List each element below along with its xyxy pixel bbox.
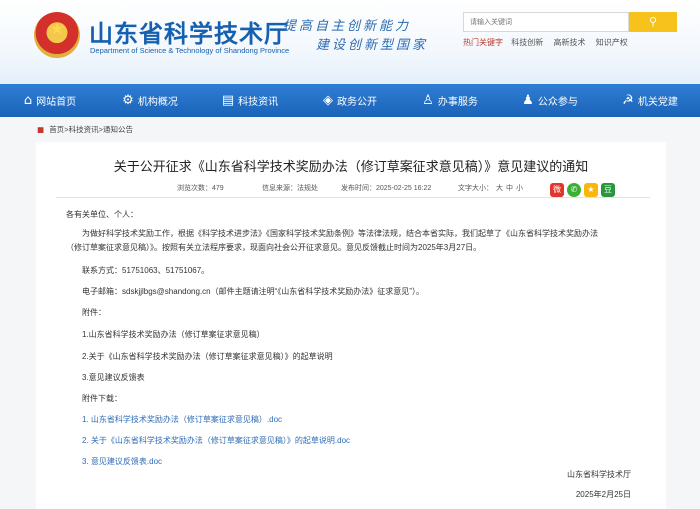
font-size-large[interactable]: 大 <box>496 185 503 192</box>
site-header: ★ 山东省科学技术厅 Department of Science & Techn… <box>0 0 700 84</box>
font-size-label: 文字大小： <box>458 185 493 192</box>
main-nav: ⌂ 网站首页 ⚙ 机构概况 ▤ 科技资讯 ◈ 政务公开 ♙ 办事服务 ♟ 公众参与 ☭ 机关党… <box>0 84 700 117</box>
paragraph-1-line-1: 为做好科学技术奖励工作，根据《科学技术进步法》《国家科学技术奖励条例》等法律法规… <box>82 229 598 238</box>
gear-icon: ⚙ <box>122 93 134 108</box>
attachment-item: 2.关于《山东省科学技术奖励办法（修订草案征求意见稿）》的起草说明 <box>82 352 333 361</box>
home-icon: ⌂ <box>23 93 33 108</box>
douban-icon[interactable]: 豆 <box>601 183 615 197</box>
breadcrumb-news[interactable]: 科技资讯 <box>69 125 99 134</box>
search-input[interactable] <box>463 12 629 32</box>
nav-item-label: 网站首页 <box>36 97 77 108</box>
site-title[interactable]: 山东省科学技术厅 <box>89 14 289 49</box>
wechat-icon[interactable]: ✆ <box>567 183 581 197</box>
layers-icon: ◈ <box>323 93 333 108</box>
hot-keywords-label: 热门关键字 <box>463 38 503 47</box>
paragraph-1-line-2: （修订草案征求意见稿）》。按照有关立法程序要求，现面向社会公开征求意见。意见反馈… <box>66 243 482 252</box>
nav-item-label: 机关党建 <box>637 97 678 108</box>
slogan-line-2: 建设创新型国家 <box>316 38 429 53</box>
hot-keyword-link[interactable]: 高新技术 <box>553 38 585 47</box>
download-link[interactable]: 1. 山东省科学技术奖励办法（修订草案征求意见稿）.doc <box>82 413 282 427</box>
nav-item-affairs[interactable]: ◈ 政务公开 <box>300 84 400 117</box>
title-divider <box>56 197 650 198</box>
nav-item-label: 政务公开 <box>337 97 377 108</box>
party-icon: ☭ <box>622 93 634 108</box>
slogan-line-1: 提高自主创新能力 <box>283 19 412 34</box>
nav-item-organization[interactable]: ⚙ 机构概况 <box>100 84 200 117</box>
search-button[interactable]: ⚲ <box>629 12 677 32</box>
nav-item-home[interactable]: ⌂ 网站首页 <box>0 84 100 117</box>
greeting: 各有关单位、个人： <box>66 210 138 219</box>
breadcrumb: ■ 首页>科技资讯>通知公告 <box>37 124 133 135</box>
publish-date: 发布时间：2025-02-25 16:22 <box>341 185 432 192</box>
info-source: 信息来源：法规处 <box>262 185 318 192</box>
nav-item-label: 科技资讯 <box>238 97 279 108</box>
hot-keyword-link[interactable]: 科技创新 <box>511 38 543 47</box>
view-count: 浏览次数：479 <box>177 185 224 192</box>
nav-item-label: 机构概况 <box>137 97 178 108</box>
breadcrumb-notices[interactable]: 通知公告 <box>103 125 133 134</box>
nav-item-participation[interactable]: ♟ 公众参与 <box>500 84 600 117</box>
hot-keywords: 热门关键字 科技创新 高新技术 知识产权 <box>463 37 636 48</box>
contact-info: 联系方式：51751063、51751067。 <box>82 266 210 275</box>
font-size-small[interactable]: 小 <box>516 185 523 192</box>
share-bar: 微 ✆ ★ 豆 <box>550 183 615 197</box>
person-icon: ♙ <box>422 93 434 108</box>
qzone-icon[interactable]: ★ <box>584 183 598 197</box>
attachment-item: 3.意见建议反馈表 <box>82 373 145 382</box>
news-icon: ▤ <box>221 93 235 108</box>
font-size-control: 文字大小：大中小 <box>458 183 523 193</box>
search-box: ⚲ <box>463 12 677 32</box>
attachments-label: 附件： <box>82 308 106 317</box>
site-subtitle: Department of Science & Technology of Sh… <box>90 46 290 55</box>
font-size-medium[interactable]: 中 <box>506 185 513 192</box>
download-link[interactable]: 3. 意见建议反馈表.doc <box>82 455 162 469</box>
nav-item-news[interactable]: ▤ 科技资讯 <box>200 84 300 117</box>
star-icon: ★ <box>49 19 65 38</box>
article-title: 关于公开征求《山东省科学技术奖励办法（修订草案征求意见稿）》意见建议的通知 <box>113 159 589 174</box>
nav-item-label: 办事服务 <box>437 97 478 108</box>
national-emblem-icon: ★ <box>34 12 80 58</box>
people-icon: ♟ <box>522 93 534 108</box>
attachment-item: 1.山东省科学技术奖励办法（修订草案征求意见稿） <box>82 330 265 339</box>
weibo-icon[interactable]: 微 <box>550 183 564 197</box>
breadcrumb-home[interactable]: 首页 <box>49 125 64 134</box>
nav-item-party[interactable]: ☭ 机关党建 <box>600 84 700 117</box>
nav-item-services[interactable]: ♙ 办事服务 <box>400 84 500 117</box>
signature-date: 2025年2月25日 <box>575 490 631 499</box>
article-panel: 关于公开征求《山东省科学技术奖励办法（修订草案征求意见稿）》意见建议的通知 浏览… <box>36 142 666 509</box>
signature-org: 山东省科学技术厅 <box>567 470 631 479</box>
email-info: 电子邮箱：sdskjjlbgs@shandong.cn（邮件主题请注明“《山东省… <box>82 287 424 296</box>
hot-keyword-link[interactable]: 知识产权 <box>596 38 628 47</box>
home-icon: ■ <box>37 125 45 134</box>
download-label: 附件下载： <box>82 394 122 403</box>
download-link[interactable]: 2. 关于《山东省科学技术奖励办法（修订草案征求意见稿）》的起草说明.doc <box>82 434 350 448</box>
nav-item-label: 公众参与 <box>537 97 578 108</box>
search-icon: ⚲ <box>648 15 658 28</box>
